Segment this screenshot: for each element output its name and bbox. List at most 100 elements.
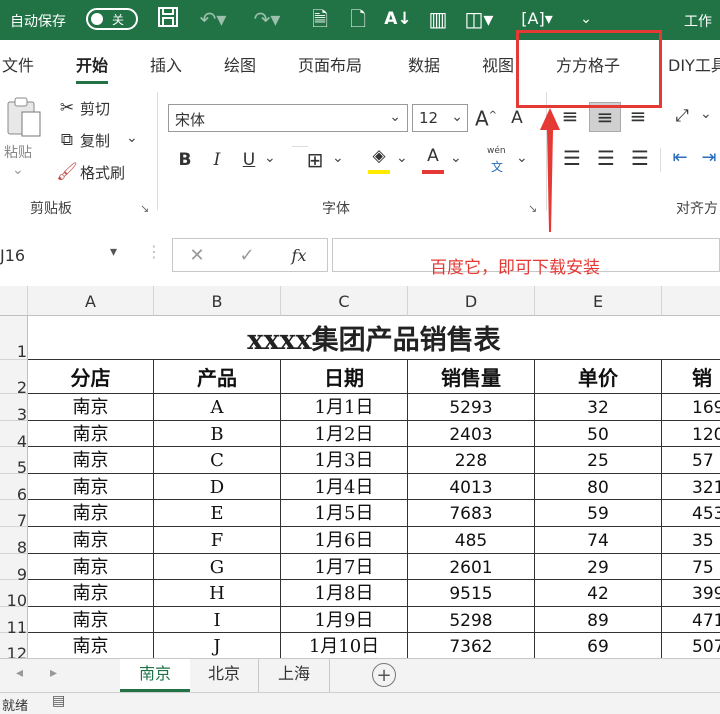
new-file-icon[interactable]: 🗋 (344, 6, 372, 32)
table-cell[interactable]: A (154, 394, 281, 421)
row-header-2[interactable]: 2 (0, 360, 28, 397)
table-cell[interactable]: 南京 (28, 580, 154, 607)
sort-az-icon[interactable]: A↓ (384, 6, 412, 32)
borders-dropdown-icon[interactable]: ⌄ (332, 150, 344, 166)
format-painter-label[interactable]: 格式刷 (80, 162, 125, 183)
table-cell[interactable]: I (154, 606, 281, 634)
italic-button[interactable]: I (206, 148, 228, 172)
format-painter-icon[interactable]: 🖌 (56, 160, 78, 184)
table-cell[interactable]: 1月4日 (281, 473, 408, 501)
column-header-f[interactable] (662, 286, 720, 316)
table-cell[interactable]: G (154, 553, 281, 581)
table-cell[interactable]: 59 (535, 500, 662, 527)
row-header-6[interactable]: 6 (0, 473, 28, 504)
table-cell[interactable]: 169 (662, 394, 720, 421)
table-cell[interactable]: 南京 (28, 394, 154, 421)
scissors-icon[interactable]: ✂ (56, 96, 78, 120)
tab-insert[interactable]: 插入 (150, 52, 182, 76)
fill-color-icon[interactable]: ◈ (366, 144, 392, 168)
table-cell[interactable]: 1月3日 (281, 447, 408, 474)
copy-dropdown-icon[interactable]: ⌄ (126, 130, 138, 146)
accessibility-icon[interactable]: ▤ (52, 693, 65, 709)
table-cell[interactable]: 5293 (408, 394, 535, 421)
table-cell[interactable]: 1月8日 (281, 580, 408, 607)
table-cell[interactable]: 7683 (408, 500, 535, 527)
textbox-icon[interactable]: [A]▾ (518, 6, 556, 32)
table-cell[interactable]: 南京 (28, 447, 154, 474)
table-cell[interactable]: 2403 (408, 420, 535, 448)
table-cell[interactable]: 74 (535, 527, 662, 554)
row-header-12[interactable]: 12 (0, 633, 28, 663)
table-cell[interactable]: 453 (662, 500, 720, 527)
table-cell[interactable]: D (154, 473, 281, 501)
table-header-cell[interactable]: 销售量 (408, 360, 535, 394)
table-cell[interactable]: 5298 (408, 606, 535, 634)
table-cell[interactable]: 471 (662, 607, 720, 634)
paste-dropdown-icon[interactable]: ⌄ (12, 162, 24, 178)
table-cell[interactable]: 89 (535, 606, 662, 634)
insert-function-button[interactable]: fx (285, 244, 313, 268)
table-cell[interactable]: 9515 (408, 580, 535, 607)
table-header-cell[interactable]: 日期 (281, 360, 408, 394)
table-cell[interactable]: J (154, 633, 281, 660)
table-cell[interactable]: 南京 (28, 553, 154, 581)
column-header-a[interactable]: A (28, 286, 154, 316)
decrease-font-size-icon[interactable]: A (506, 106, 528, 130)
copy-icon[interactable]: ⧉ (56, 128, 78, 152)
table-cell[interactable]: 1月1日 (281, 394, 408, 421)
increase-indent-icon[interactable]: ⇥ (698, 146, 720, 170)
table-cell[interactable]: 南京 (28, 420, 154, 448)
undo-icon[interactable]: ↶▾ (196, 6, 230, 32)
customize-quick-access-icon[interactable]: ⌄ (574, 6, 598, 32)
increase-font-size-icon[interactable]: A^ (474, 104, 498, 131)
table-cell[interactable]: 399 (662, 580, 720, 607)
row-header-7[interactable]: 7 (0, 500, 28, 530)
align-right-icon[interactable]: ☰ (626, 146, 654, 170)
row-header-10[interactable]: 10 (0, 580, 28, 610)
drag-handle-icon[interactable]: ⋮ (146, 242, 162, 261)
table-cell[interactable]: 南京 (28, 500, 154, 527)
table-cell[interactable]: C (154, 447, 281, 474)
fill-color-dropdown-icon[interactable]: ⌄ (396, 150, 408, 166)
clipboard-launcher-icon[interactable]: ↘ (140, 202, 149, 215)
table-cell[interactable]: 75 (662, 554, 720, 581)
table-cell[interactable]: B (154, 420, 281, 448)
tab-file[interactable]: 文件 (2, 52, 34, 76)
row-header-1[interactable]: 1 (0, 316, 28, 361)
name-box[interactable]: J16 ▾ (0, 238, 128, 272)
row-header-9[interactable]: 9 (0, 553, 28, 584)
table-cell[interactable]: 485 (408, 527, 535, 554)
align-left-icon[interactable]: ☰ (558, 146, 586, 170)
font-color-dropdown-icon[interactable]: ⌄ (450, 150, 462, 166)
autosave-toggle[interactable]: 关 (86, 8, 138, 30)
sheet-tab-shanghai[interactable]: 上海 (259, 659, 330, 692)
scroll-right-icon[interactable]: ▸ (50, 665, 57, 681)
tab-home[interactable]: 开始 (76, 52, 109, 84)
text-orientation-icon[interactable]: ⤢ (668, 104, 696, 128)
select-all-corner[interactable] (0, 286, 28, 316)
sheet-tab-nanjing[interactable]: 南京 (120, 659, 190, 692)
table-cell[interactable]: 1月9日 (281, 606, 408, 634)
table-cell[interactable]: 2601 (408, 553, 535, 581)
shapes-icon[interactable]: ◫▾ (462, 6, 496, 32)
table-cell[interactable]: 25 (535, 447, 662, 474)
tab-data[interactable]: 数据 (408, 52, 440, 76)
table-cell[interactable]: 1月6日 (281, 527, 408, 554)
underline-button[interactable]: U (238, 148, 260, 172)
bold-button[interactable]: B (174, 148, 196, 172)
underline-dropdown-icon[interactable]: ⌄ (264, 150, 276, 166)
table-header-cell[interactable]: 产品 (154, 360, 281, 394)
table-cell[interactable]: 50 (535, 420, 662, 448)
cut-label[interactable]: 剪切 (80, 98, 110, 119)
row-header-4[interactable]: 4 (0, 420, 28, 451)
column-header-b[interactable]: B (154, 286, 281, 316)
column-header-e[interactable]: E (535, 286, 662, 316)
worksheet-grid[interactable]: A B C D E 1 xxxx集团产品销售表 2 分店 产品 日期 销售量 单价销 3 南京… (0, 286, 720, 663)
row-header-5[interactable]: 5 (0, 447, 28, 477)
table-cell[interactable]: 57 (662, 447, 720, 474)
tab-draw[interactable]: 绘图 (224, 52, 256, 76)
table-cell[interactable]: 80 (535, 473, 662, 501)
phonetic-dropdown-icon[interactable]: ⌄ (516, 150, 528, 166)
font-name-dropdown[interactable]: 宋体 ⌄ (168, 104, 408, 132)
column-header-d[interactable]: D (408, 286, 535, 316)
